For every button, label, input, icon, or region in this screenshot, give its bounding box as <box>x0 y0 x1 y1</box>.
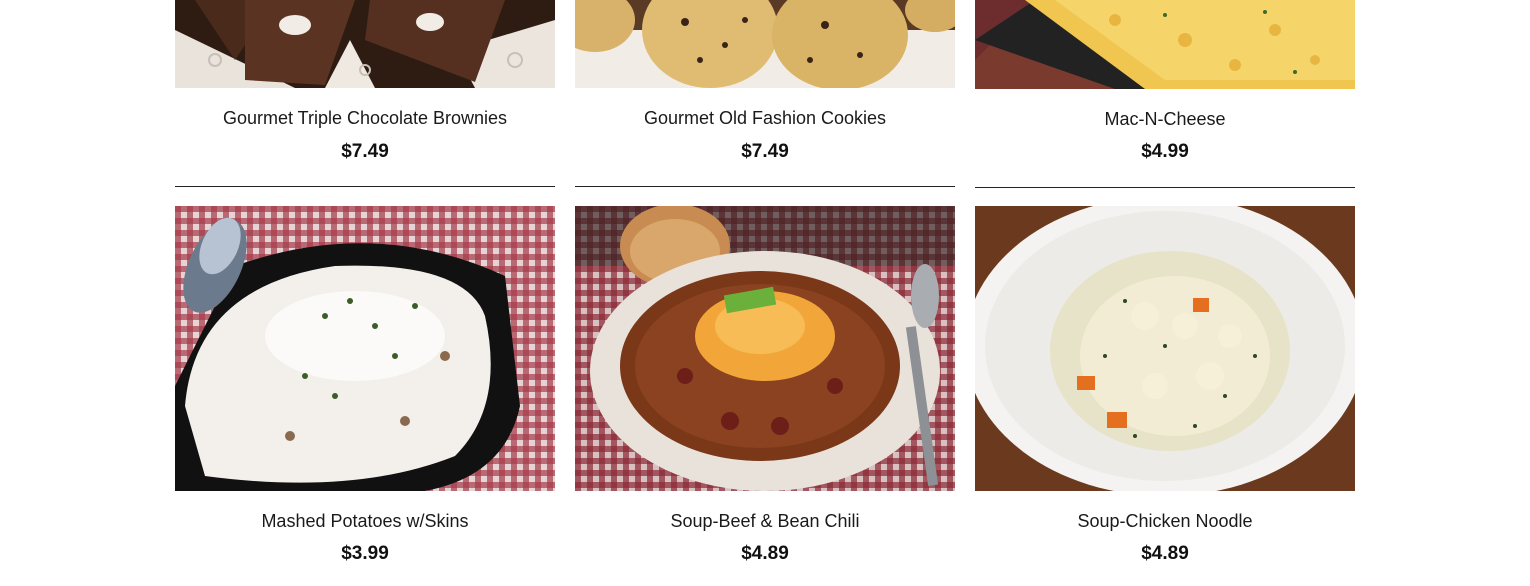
product-price: $7.49 <box>341 141 389 162</box>
product-name[interactable]: Gourmet Old Fashion Cookies <box>575 108 955 129</box>
mashed-potatoes-photo[interactable] <box>175 206 555 491</box>
divider <box>575 186 955 187</box>
product-name[interactable]: Gourmet Triple Chocolate Brownies <box>175 108 555 129</box>
product-price: $4.99 <box>1141 141 1189 162</box>
product-grid: Gourmet Triple Chocolate Brownies $7.49 <box>175 0 1355 586</box>
product-price: $4.89 <box>1141 543 1189 564</box>
product-name[interactable]: Soup-Chicken Noodle <box>975 511 1355 532</box>
product-price: $3.99 <box>341 543 389 564</box>
product-name[interactable]: Mashed Potatoes w/Skins <box>175 511 555 532</box>
brownies-photo[interactable] <box>175 0 555 88</box>
chicken-noodle-photo[interactable] <box>975 206 1355 491</box>
product-name[interactable]: Soup-Beef & Bean Chili <box>575 511 955 532</box>
mac-n-cheese-photo[interactable] <box>975 0 1355 89</box>
divider <box>975 187 1355 188</box>
chili-photo[interactable] <box>575 206 955 491</box>
product-name[interactable]: Mac-N-Cheese <box>975 109 1355 130</box>
product-price: $7.49 <box>741 141 789 162</box>
divider <box>175 186 555 187</box>
cookies-photo[interactable] <box>575 0 955 88</box>
product-price: $4.89 <box>741 543 789 564</box>
